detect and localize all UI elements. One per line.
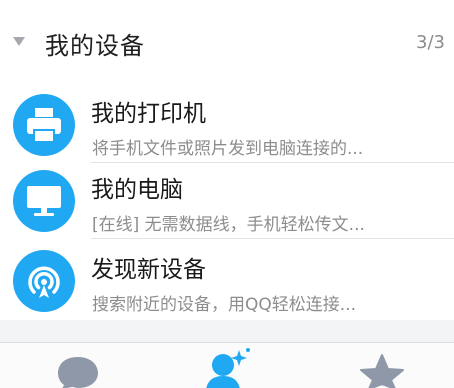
chat-bubble-icon — [58, 357, 98, 388]
device-item-computer[interactable]: 我的电脑 [在线] 无需数据线，手机轻松传文... — [0, 159, 454, 239]
tab-messages[interactable] — [27, 343, 127, 388]
device-description: [在线] 无需数据线，手机轻松传文... — [92, 215, 365, 235]
star-icon — [360, 354, 404, 388]
nearby-signal-icon — [13, 250, 75, 312]
monitor-icon — [13, 170, 75, 232]
printer-icon — [13, 94, 75, 156]
device-item-discover[interactable]: 发现新设备 搜索附近的设备，用QQ轻松连接... — [0, 239, 454, 319]
device-name: 发现新设备 — [91, 257, 206, 283]
bottom-tab-bar — [0, 342, 454, 388]
device-description: 将手机文件或照片发到电脑连接的... — [92, 139, 364, 159]
device-item-printer[interactable]: 我的打印机 将手机文件或照片发到电脑连接的... — [0, 83, 454, 163]
device-name: 我的打印机 — [91, 101, 206, 127]
group-count: 3/3 — [416, 32, 445, 53]
my-devices-group-header[interactable]: 我的设备 3/3 — [0, 0, 454, 82]
tab-favorites[interactable] — [332, 343, 432, 388]
device-list-screen: 我的设备 3/3 我的打印机 将手机文件或照片发到电脑连接的... 我的电脑 [… — [0, 0, 454, 388]
device-description: 搜索附近的设备，用QQ轻松连接... — [92, 295, 356, 315]
tab-contacts[interactable] — [177, 343, 277, 388]
expand-caret-icon — [13, 37, 25, 46]
group-title: 我的设备 — [45, 32, 145, 60]
device-name: 我的电脑 — [91, 177, 183, 203]
contacts-person-icon — [206, 348, 250, 388]
section-spacer — [0, 320, 454, 342]
